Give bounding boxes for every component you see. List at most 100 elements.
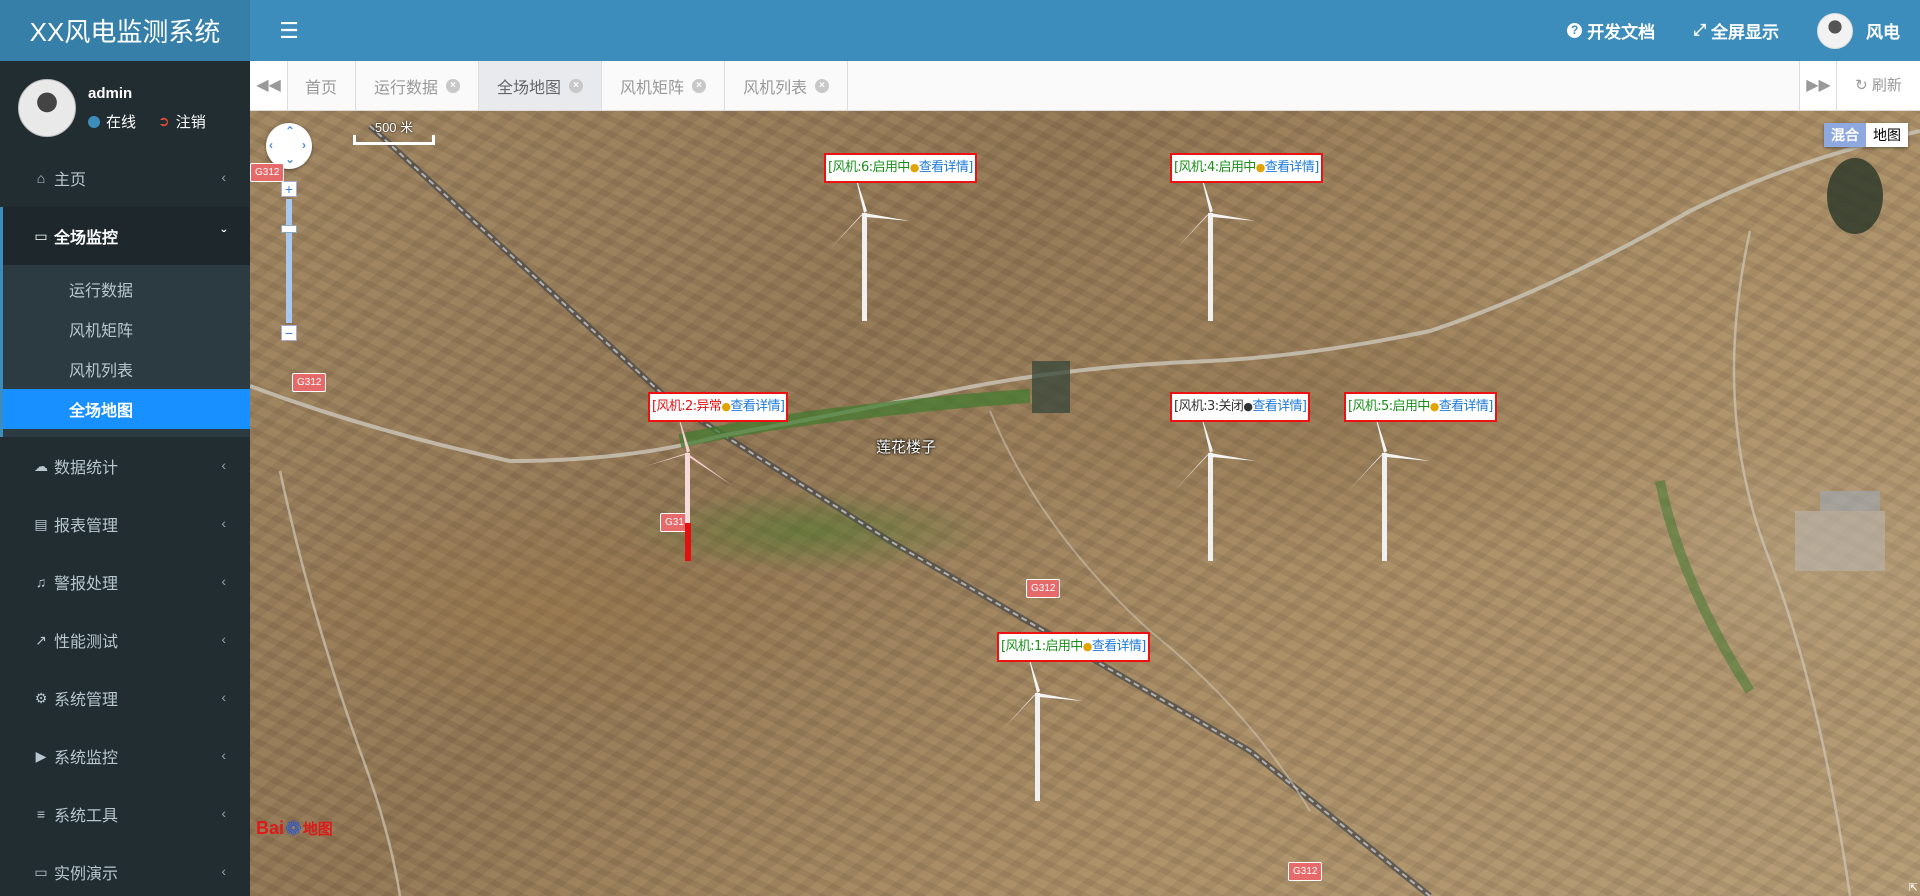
sidebar-item-field-monitoring[interactable]: ▭ 全场监控 ˇ: [0, 207, 250, 265]
view-details-link[interactable]: 查看详情]: [1252, 399, 1307, 414]
tab-label: 全场地图: [497, 79, 562, 97]
road-label: G312: [1026, 579, 1061, 598]
logout-label: 注销: [175, 114, 206, 131]
tab-close-icon[interactable]: ×: [815, 78, 830, 93]
baidu-map-logo: Bai ❁ 地图: [256, 816, 333, 841]
turbine-3-label: [风机:3:关闭●查看详情]: [1170, 392, 1311, 422]
map-type-map-button[interactable]: 地图: [1866, 123, 1908, 147]
zoom-in-button[interactable]: +: [281, 181, 297, 197]
lightbulb-icon: ●: [721, 400, 731, 413]
turbine-6-label: [风机:6:启用中●查看详情]: [824, 153, 977, 183]
app-title: XX风电监测系统: [29, 17, 221, 47]
app-logo[interactable]: XX风电监测系统: [0, 0, 250, 61]
zoom-handle[interactable]: [281, 225, 297, 233]
wind-turbine-4-icon[interactable]: [1156, 171, 1266, 321]
sidebar-toggle-hamburger-icon[interactable]: ☰: [274, 16, 304, 46]
view-details-link[interactable]: 查看详情]: [1092, 639, 1147, 654]
view-details-link[interactable]: 查看详情]: [919, 160, 974, 175]
lightbulb-icon: ●: [1429, 400, 1440, 413]
field-monitoring-submenu: 运行数据 风机矩阵 风机列表 全场地图: [0, 265, 250, 437]
online-status-text: 在线: [106, 114, 137, 131]
sidebar-item-performance[interactable]: ↗ 性能测试 ‹: [0, 611, 250, 669]
list-icon: ≡: [36, 806, 46, 822]
sidebar-item-label: 系统监控: [54, 750, 119, 767]
bell-icon: ♫: [35, 574, 47, 590]
user-menu[interactable]: 风电: [1817, 12, 1900, 49]
chart-icon: ↗: [35, 631, 47, 648]
sidebar-item-label: 报表管理: [54, 518, 119, 535]
sidebar-item-demo[interactable]: ▭ 实例演示 ‹: [0, 843, 250, 896]
wind-turbine-1-icon[interactable]: [983, 651, 1093, 801]
chevron-left-icon: ‹: [221, 863, 226, 879]
pan-up-icon: ⌃: [285, 124, 296, 138]
baidu-logo-text-map: 地图: [302, 821, 333, 838]
field-map[interactable]: ⌃ ⌄ ‹ › + − 500 米 混合 地图 G312 G312 G312 G…: [250, 111, 1920, 896]
desktop-icon: ▭: [34, 863, 48, 880]
view-details-link[interactable]: 查看详情]: [730, 399, 785, 414]
question-circle-icon: ?: [1567, 23, 1583, 38]
sidebar: admin 在线 ➲ 注销 ⌂ 主页 ‹ ▭ 全场监控 ˇ 运行数据 风机矩阵 …: [0, 61, 250, 896]
sidebar-item-label: 系统管理: [54, 692, 119, 709]
dev-docs-link[interactable]: ? 开发文档: [1567, 18, 1655, 43]
turbine-1-label: [风机:1:启用中●查看详情]: [997, 632, 1150, 662]
tab-label: 运行数据: [374, 79, 439, 97]
view-details-link[interactable]: 查看详情]: [1439, 399, 1494, 414]
tab-close-icon[interactable]: ×: [446, 78, 461, 93]
turbine-4-label: [风机:4:启用中●查看详情]: [1170, 153, 1323, 183]
sidebar-subitem-field-map[interactable]: 全场地图: [3, 389, 250, 429]
turbine-2-label: [风机:2:异常●查看详情]: [648, 392, 789, 422]
turbine-status-text: [风机:1:启用中: [1001, 639, 1083, 654]
tab-scroll-left-icon[interactable]: ◀◀: [250, 61, 288, 110]
sidebar-subitem-run-data[interactable]: 运行数据: [3, 269, 250, 309]
zoom-track[interactable]: [281, 199, 297, 323]
wind-turbine-6-icon[interactable]: [810, 171, 920, 321]
resize-corner-icon[interactable]: ⇱: [1909, 881, 1918, 894]
sidebar-item-system-tools[interactable]: ≡ 系统工具 ‹: [0, 785, 250, 843]
sidebar-item-label: 警报处理: [54, 576, 119, 593]
pan-left-icon: ‹: [269, 138, 273, 152]
sidebar-item-system-admin[interactable]: ⚙ 系统管理 ‹: [0, 669, 250, 727]
top-navbar: ☰ ? 开发文档 ⤢ 全屏显示 风电: [250, 0, 1920, 61]
chevron-left-icon: ‹: [221, 169, 226, 185]
wind-turbine-2-icon[interactable]: [633, 411, 743, 561]
logout-link[interactable]: ➲ 注销: [158, 111, 206, 132]
baidu-paw-icon: ❁: [285, 818, 302, 840]
sidebar-item-system-monitor[interactable]: ▶ 系统监控 ‹: [0, 727, 250, 785]
turbine-status-text: [风机:3:关闭: [1174, 399, 1244, 414]
monitor-icon: ▭: [34, 227, 48, 244]
fullscreen-label: 全屏显示: [1711, 23, 1779, 42]
sidebar-item-alarms[interactable]: ♫ 警报处理 ‹: [0, 553, 250, 611]
sidebar-item-statistics[interactable]: ☁ 数据统计 ‹: [0, 437, 250, 495]
chevron-left-icon: ‹: [221, 689, 226, 705]
tab-scroll-right-icon[interactable]: ▶▶: [1799, 61, 1837, 110]
sidebar-item-reports[interactable]: ▤ 报表管理 ‹: [0, 495, 250, 553]
tab-close-icon[interactable]: ×: [692, 78, 707, 93]
sidebar-item-label: 性能测试: [54, 634, 119, 651]
lightbulb-icon: ●: [909, 161, 920, 174]
tab-run-data[interactable]: 运行数据 ×: [356, 61, 480, 110]
sidebar-avatar: [18, 79, 76, 137]
video-icon: ▶: [35, 747, 47, 764]
road-label: G312: [1288, 862, 1323, 881]
wind-turbine-3-icon[interactable]: [1156, 411, 1266, 561]
sidebar-item-label: 主页: [54, 172, 87, 189]
sidebar-item-home[interactable]: ⌂ 主页 ‹: [0, 149, 250, 207]
fullscreen-button[interactable]: ⤢ 全屏显示: [1693, 18, 1779, 43]
sign-out-icon: ➲: [158, 113, 170, 129]
refresh-button[interactable]: ↻ 刷新: [1836, 61, 1920, 110]
gear-icon: ⚙: [34, 689, 48, 706]
tab-turbine-matrix[interactable]: 风机矩阵 ×: [602, 61, 726, 110]
tab-label: 风机列表: [743, 79, 808, 97]
zoom-out-button[interactable]: −: [281, 325, 297, 341]
tabs-bar: ◀◀ 首页 运行数据 × 全场地图 × 风机矩阵 × 风机列表 × ▶▶ ↻ 刷…: [250, 61, 1920, 111]
sidebar-subitem-turbine-matrix[interactable]: 风机矩阵: [3, 309, 250, 349]
view-details-link[interactable]: 查看详情]: [1265, 160, 1320, 175]
tab-close-icon[interactable]: ×: [569, 78, 584, 93]
map-type-hybrid-button[interactable]: 混合: [1824, 123, 1866, 147]
tab-field-map[interactable]: 全场地图 ×: [479, 61, 603, 110]
tab-home[interactable]: 首页: [287, 61, 357, 110]
sidebar-subitem-turbine-list[interactable]: 风机列表: [3, 349, 250, 389]
wind-turbine-5-icon[interactable]: [1330, 411, 1440, 561]
online-dot-icon: [88, 115, 100, 128]
tab-turbine-list[interactable]: 风机列表 ×: [725, 61, 849, 110]
